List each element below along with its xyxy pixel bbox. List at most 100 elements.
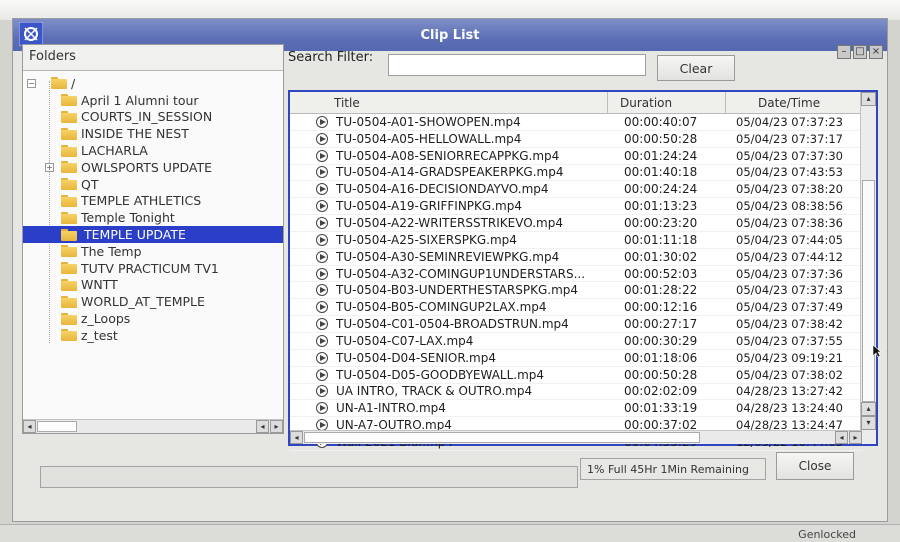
- clip-title: TU-0504-A22-WRITERSSTRIKEVO.mp4: [336, 215, 563, 230]
- folder-item[interactable]: COURTS_IN_SESSION: [23, 109, 283, 126]
- folder-label: The Temp: [81, 243, 142, 259]
- table-row[interactable]: TU-0504-A01-SHOWOPEN.mp4 00:00:40:07 05/04…: [290, 114, 862, 131]
- folders-horizontal-scrollbar[interactable]: ◂ ◂ ▸: [23, 419, 283, 433]
- media-clip-icon: [316, 149, 328, 162]
- search-filter-input[interactable]: [388, 54, 646, 76]
- clip-rows: TU-0504-A01-SHOWOPEN.mp4 00:00:40:07 05/04…: [290, 114, 862, 451]
- close-window-button[interactable]: ×: [869, 45, 883, 59]
- column-header-datetime[interactable]: Date/Time: [726, 92, 862, 113]
- clip-duration: 00:00:24:24: [624, 182, 698, 197]
- scroll-thumb[interactable]: [862, 180, 875, 402]
- table-row[interactable]: TU-0504-D04-SENIOR.mp4 00:01:18:06 05/04/2…: [290, 350, 862, 367]
- scroll-thumb[interactable]: [304, 432, 700, 443]
- table-row[interactable]: UA INTRO, TRACK & OUTRO.mp4 00:02:02:09 04…: [290, 384, 862, 401]
- scroll-thumb[interactable]: [37, 421, 77, 432]
- clear-button[interactable]: Clear: [657, 55, 735, 81]
- clip-duration: 00:01:30:02: [624, 249, 698, 264]
- folder-item[interactable]: TEMPLE UPDATE: [23, 226, 283, 243]
- close-button[interactable]: Close: [776, 452, 854, 480]
- scroll-right-icon[interactable]: ▸: [849, 431, 862, 444]
- scroll-left-icon[interactable]: ◂: [23, 420, 36, 433]
- clip-datetime: 05/04/23 07:43:53: [736, 165, 843, 180]
- folder-item[interactable]: TUTV PRACTICUM TV1: [23, 260, 283, 277]
- folder-item[interactable]: April 1 Alumni tour: [23, 92, 283, 109]
- clip-duration: 00:01:24:24: [624, 148, 698, 163]
- folder-item[interactable]: INSIDE THE NEST: [23, 125, 283, 142]
- folder-label: LACHARLA: [81, 143, 148, 159]
- clip-datetime: 05/04/23 07:38:02: [736, 367, 843, 382]
- folder-label: TUTV PRACTICUM TV1: [81, 260, 219, 276]
- folder-label: TEMPLE UPDATE: [81, 227, 189, 243]
- folder-item[interactable]: LACHARLA: [23, 142, 283, 159]
- folder-icon: [61, 329, 77, 342]
- clip-datetime: 05/04/23 07:44:05: [736, 232, 843, 247]
- table-row[interactable]: TU-0504-A19-GRIFFINPKG.mp4 00:01:13:23 05/…: [290, 198, 862, 216]
- media-clip-icon: [316, 200, 328, 213]
- clip-datetime: 05/04/23 07:37:17: [736, 131, 843, 146]
- folder-root-label: /: [71, 75, 76, 91]
- table-vertical-scrollbar[interactable]: ▴ ▴ ▾: [860, 92, 876, 444]
- minimize-button[interactable]: –: [837, 45, 851, 59]
- table-row[interactable]: TU-0504-B03-UNDERTHESTARSPKG.mp4 00:01:28…: [290, 282, 862, 300]
- folder-item[interactable]: z_test: [23, 327, 283, 344]
- table-row[interactable]: TU-0504-A22-WRITERSSTRIKEVO.mp4 00:00:23:…: [290, 215, 862, 232]
- clip-datetime: 05/04/23 07:38:42: [736, 317, 843, 332]
- clip-datetime: 05/04/23 07:37:55: [736, 333, 843, 348]
- folder-item[interactable]: TEMPLE ATHLETICS: [23, 193, 283, 210]
- window-controls: – □ ×: [837, 45, 883, 59]
- clip-table: Title Duration Date/Time TU-0504-A01-SHO…: [288, 90, 878, 451]
- clip-duration: 00:00:12:16: [624, 300, 698, 315]
- table-row[interactable]: UN-A1-INTRO.mp4 00:01:33:19 04/28/23 13:24…: [290, 400, 862, 418]
- table-row[interactable]: TU-0504-A05-HELLOWALL.mp4 00:00:50:28 05/0…: [290, 131, 862, 148]
- table-row[interactable]: TU-0504-A25-SIXERSPKG.mp4 00:01:11:18 05/0…: [290, 232, 862, 249]
- folder-item[interactable]: Temple Tonight: [23, 209, 283, 226]
- scroll-right-icon[interactable]: ▸: [270, 420, 283, 433]
- table-row[interactable]: TU-0504-A16-DECISIONDAYVO.mp4 00:00:24:24…: [290, 181, 862, 199]
- folder-item[interactable]: WNTT: [23, 277, 283, 294]
- media-clip-icon: [316, 115, 328, 128]
- table-row[interactable]: TU-0504-A30-SEMINREVIEWPKG.mp4 00:01:30:0…: [290, 249, 862, 266]
- clip-duration: 00:01:33:19: [624, 401, 698, 416]
- folder-item[interactable]: + OWLSPORTS UPDATE: [23, 159, 283, 176]
- scroll-down-icon[interactable]: ▾: [861, 416, 876, 430]
- folder-item[interactable]: z_Loops: [23, 310, 283, 327]
- table-row[interactable]: TU-0504-D05-GOODBYEWALL.mp4 00:00:50:28 05…: [290, 367, 862, 384]
- table-row[interactable]: TU-0504-A14-GRADSPEAKERPKG.mp4 00:01:40:1…: [290, 165, 862, 182]
- folder-icon: [61, 245, 77, 258]
- table-row[interactable]: TU-0504-C01-0504-BROADSTRUN.mp4 00:00:27:…: [290, 316, 862, 333]
- column-header-duration[interactable]: Duration: [608, 92, 726, 113]
- scroll-up-icon[interactable]: ▴: [861, 92, 876, 106]
- expand-icon[interactable]: +: [45, 162, 54, 172]
- clip-datetime: 05/04/23 07:37:30: [736, 148, 843, 163]
- folder-root[interactable]: − /: [23, 75, 283, 92]
- maximize-button[interactable]: □: [853, 45, 867, 59]
- clip-title: UN-A1-INTRO.mp4: [336, 401, 446, 416]
- taskbar: [0, 524, 900, 542]
- clip-datetime: 05/04/23 07:38:20: [736, 182, 843, 197]
- folder-icon: [61, 144, 77, 157]
- table-row[interactable]: TU-0504-A32-COMINGUP1UNDERSTARS... 00:00:…: [290, 266, 862, 283]
- media-clip-icon: [316, 351, 328, 364]
- clip-title: TU-0504-C07-LAX.mp4: [336, 333, 474, 348]
- scroll-left-icon[interactable]: ◂: [256, 420, 269, 433]
- scroll-left-icon[interactable]: ◂: [835, 431, 848, 444]
- window-title: Clip List: [420, 27, 480, 43]
- table-row[interactable]: TU-0504-A08-SENIORRECAPPKG.mp4 00:01:24:2…: [290, 148, 862, 165]
- scroll-up-icon[interactable]: ▴: [861, 402, 876, 416]
- folder-item[interactable]: WORLD_AT_TEMPLE: [23, 293, 283, 310]
- column-header-title[interactable]: Title: [290, 92, 608, 113]
- folders-header: Folders: [23, 45, 283, 71]
- table-row[interactable]: TU-0504-B05-COMINGUP2LAX.mp4 00:00:12:16 0…: [290, 299, 862, 317]
- folder-item[interactable]: QT: [23, 176, 283, 193]
- table-horizontal-scrollbar[interactable]: ◂ ◂ ▸: [290, 430, 862, 444]
- table-header: Title Duration Date/Time: [290, 92, 862, 114]
- folder-icon: [61, 312, 77, 325]
- clip-duration: 00:00:23:20: [624, 215, 698, 230]
- table-row[interactable]: TU-0504-C07-LAX.mp4 00:00:30:29 05/04/23 0…: [290, 333, 862, 350]
- folder-label: Temple Tonight: [81, 210, 175, 226]
- status-bar: [40, 466, 578, 488]
- scroll-left-icon[interactable]: ◂: [290, 431, 303, 444]
- media-clip-icon: [316, 166, 328, 179]
- folder-item[interactable]: The Temp: [23, 243, 283, 260]
- collapse-icon[interactable]: −: [27, 78, 36, 88]
